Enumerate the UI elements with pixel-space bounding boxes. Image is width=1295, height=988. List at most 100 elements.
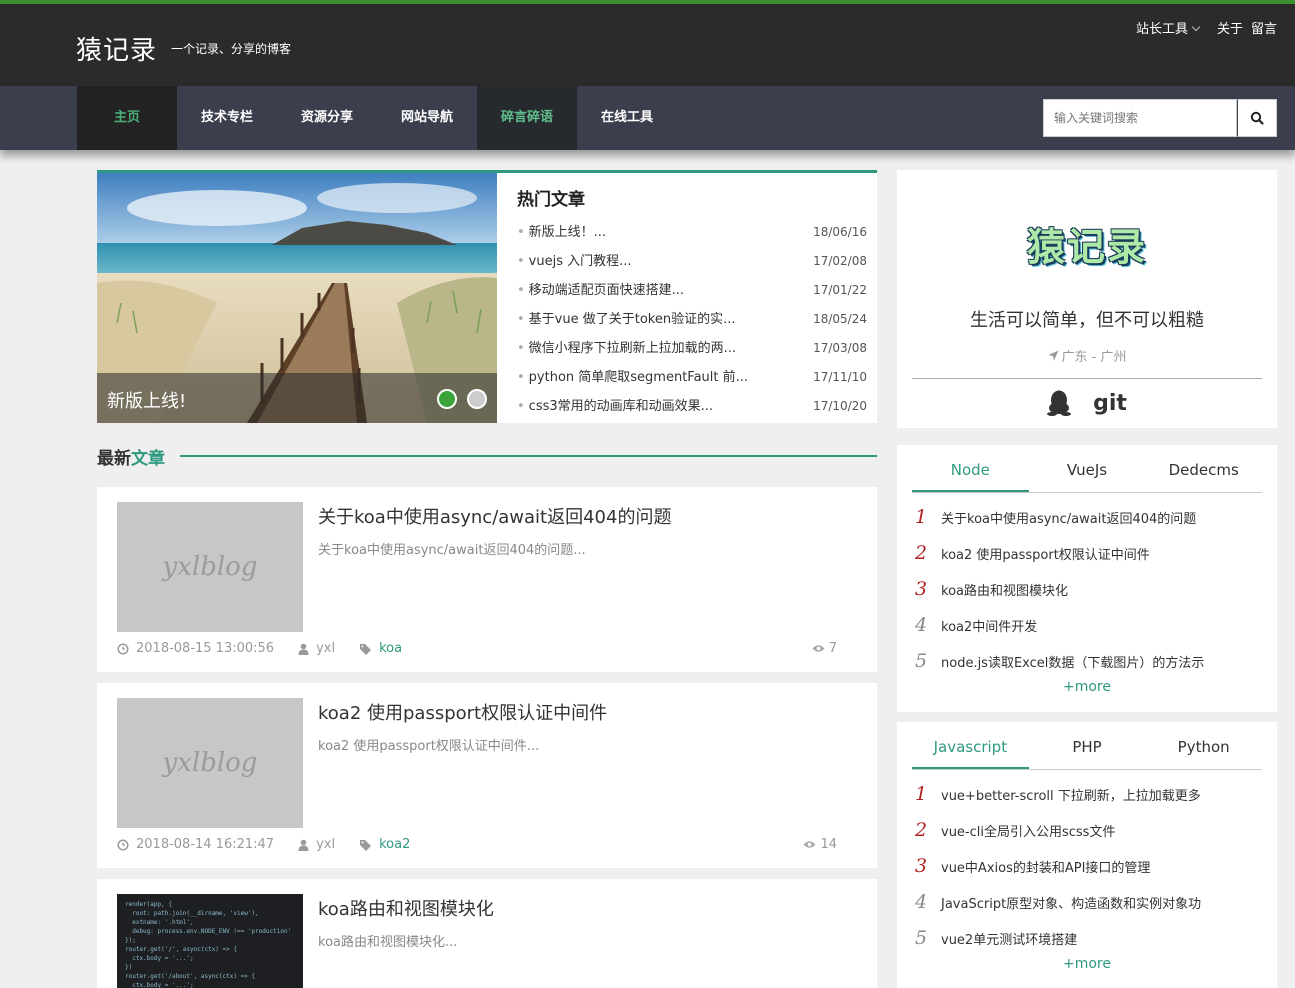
- hot-article-title: 基于vue 做了关于token验证的实...: [517, 305, 736, 334]
- section-divider: [180, 455, 877, 457]
- brand-logo: 猿记录: [1026, 225, 1147, 269]
- message-link[interactable]: 留言: [1251, 18, 1277, 37]
- article-thumbnail[interactable]: yxlblog: [117, 502, 303, 632]
- list-item[interactable]: 1 vue+better-scroll 下拉刷新，上拉加载更多: [912, 776, 1262, 812]
- social-links: git: [897, 390, 1277, 416]
- list-item[interactable]: 3 vue中Axios的封装和API接口的管理: [912, 848, 1262, 884]
- hot-articles: 热门文章 新版上线！... 18/06/16 vuejs 入门教程... 17/02…: [517, 185, 867, 421]
- tab-bar: Javascript PHP Python: [912, 730, 1262, 770]
- list-item-title: koa路由和视图模块化: [941, 583, 1068, 599]
- nav-notes[interactable]: 碎言碎语: [477, 86, 577, 150]
- list-item[interactable]: 1 关于koa中使用async/await返回404的问题: [912, 499, 1262, 535]
- hot-article-date: 17/03/08: [813, 341, 867, 355]
- nav-tech[interactable]: 技术专栏: [177, 86, 277, 150]
- article-views: 7: [812, 641, 837, 656]
- list-item[interactable]: 4 koa2中间件开发: [912, 607, 1262, 643]
- hot-article-date: 17/01/22: [813, 283, 867, 297]
- top-link-group: 关于 留言: [1217, 18, 1277, 37]
- hot-article-row[interactable]: 微信小程序下拉刷新上拉加载的两... 17/03/08: [517, 334, 867, 363]
- search-icon: [1250, 111, 1264, 125]
- more-link[interactable]: +more: [897, 956, 1277, 972]
- profile-motto: 生活可以简单，但不可以粗糙: [970, 310, 1204, 331]
- article-title[interactable]: 关于koa中使用async/await返回404的问题: [318, 503, 671, 529]
- article-tag[interactable]: koa: [359, 641, 402, 656]
- site-logo[interactable]: 猿记录: [76, 30, 157, 67]
- tab-python[interactable]: Python: [1145, 730, 1262, 769]
- hot-article-row[interactable]: vuejs 入门教程... 17/02/08: [517, 247, 867, 276]
- list-item[interactable]: 4 JavaScript原型对象、构造函数和实例对象功: [912, 884, 1262, 920]
- tag-icon: [360, 643, 372, 655]
- article-views-count: 14: [820, 837, 837, 852]
- about-link[interactable]: 关于: [1217, 18, 1243, 37]
- article-thumbnail-code[interactable]: render(app, { root: path.join(__dirname,…: [117, 894, 303, 988]
- rank-number: 1: [915, 506, 928, 528]
- article-summary: 关于koa中使用async/await返回404的问题...: [318, 543, 586, 558]
- article-views: 14: [803, 837, 837, 852]
- article-meta: 2018-08-14 16:21:47 yxl koa2: [117, 837, 434, 852]
- list-item-title: koa2 使用passport权限认证中间件: [941, 547, 1150, 563]
- rank-number: 5: [915, 927, 928, 949]
- tab-bar: Node VueJs Dedecms: [912, 453, 1262, 493]
- nav-sites[interactable]: 网站导航: [377, 86, 477, 150]
- hot-article-date: 17/02/08: [813, 254, 867, 268]
- hot-article-date: 17/10/20: [813, 399, 867, 413]
- slider[interactable]: 新版上线!: [97, 173, 497, 423]
- nav-tools[interactable]: 在线工具: [577, 86, 677, 150]
- category-tabbox: Node VueJs Dedecms 1 关于koa中使用async/await返…: [897, 445, 1277, 712]
- hot-article-title: 微信小程序下拉刷新上拉加载的两...: [517, 334, 736, 363]
- tab-node[interactable]: Node: [912, 453, 1029, 492]
- article-tag[interactable]: koa2: [359, 837, 410, 852]
- hero-card: 新版上线! 热门文章 新版上线！... 18/06/16 vuejs 入门教程..…: [97, 170, 877, 423]
- tab-php[interactable]: PHP: [1029, 730, 1146, 769]
- article-summary: koa路由和视图模块化...: [318, 935, 458, 950]
- hot-article-row[interactable]: 移动端适配页面快速搭建... 17/01/22: [517, 276, 867, 305]
- article-author-text: yxl: [316, 641, 336, 656]
- rank-number: 1: [915, 783, 928, 805]
- slide-caption: 新版上线!: [97, 373, 497, 423]
- tab-vuejs[interactable]: VueJs: [1029, 453, 1146, 492]
- tab-javascript[interactable]: Javascript: [912, 730, 1029, 769]
- clock-icon: [117, 838, 129, 851]
- more-link[interactable]: +more: [897, 679, 1277, 695]
- webmaster-tools-menu[interactable]: 站长工具: [1136, 18, 1201, 37]
- slide-dot[interactable]: [467, 389, 487, 409]
- qq-icon[interactable]: [1047, 390, 1072, 416]
- list-item-title: vue中Axios的封装和API接口的管理: [941, 860, 1151, 876]
- category-tabbox: Javascript PHP Python 1 vue+better-scroll…: [897, 722, 1277, 988]
- article-summary: koa2 使用passport权限认证中间件...: [318, 739, 540, 754]
- article-author: yxl: [298, 641, 335, 656]
- hot-article-title: 移动端适配页面快速搭建...: [517, 276, 684, 305]
- nav-home[interactable]: 主页: [77, 86, 177, 150]
- list-item[interactable]: 5 vue2单元测试环境搭建: [912, 920, 1262, 956]
- list-item-title: vue+better-scroll 下拉刷新，上拉加载更多: [941, 788, 1201, 804]
- git-link[interactable]: git: [1093, 391, 1127, 416]
- hot-article-row[interactable]: css3常用的动画库和动画效果... 17/10/20: [517, 392, 867, 421]
- list-item[interactable]: 5 node.js读取Excel数据（下载图片）的方法示: [912, 643, 1262, 679]
- list-item[interactable]: 3 koa路由和视图模块化: [912, 571, 1262, 607]
- hot-article-row[interactable]: 新版上线！... 18/06/16: [517, 218, 867, 247]
- tab-dedecms[interactable]: Dedecms: [1145, 453, 1262, 492]
- search-button[interactable]: [1237, 99, 1277, 137]
- rank-number: 4: [915, 614, 928, 636]
- hot-article-date: 18/05/24: [813, 312, 867, 326]
- list-item[interactable]: 2 koa2 使用passport权限认证中间件: [912, 535, 1262, 571]
- hot-article-row[interactable]: python 简单爬取segmentFault 前... 17/11/10: [517, 363, 867, 392]
- nav-resources[interactable]: 资源分享: [277, 86, 377, 150]
- article-meta: 2018-08-15 13:00:56 yxl koa: [117, 641, 426, 656]
- article-title[interactable]: koa路由和视图模块化: [318, 895, 494, 921]
- article-card: yxlblog koa2 使用passport权限认证中间件 koa2 使用pa…: [97, 683, 877, 868]
- article-title[interactable]: koa2 使用passport权限认证中间件: [318, 699, 607, 725]
- hot-article-title: vuejs 入门教程...: [517, 247, 632, 276]
- rank-number: 2: [915, 819, 928, 841]
- article-thumbnail[interactable]: yxlblog: [117, 698, 303, 828]
- hot-article-title: 新版上线！...: [517, 218, 606, 247]
- list-item[interactable]: 2 vue-cli全局引入公用scss文件: [912, 812, 1262, 848]
- list-item-title: 关于koa中使用async/await返回404的问题: [941, 511, 1197, 527]
- article-views-count: 7: [828, 641, 837, 656]
- list-item-title: JavaScript原型对象、构造函数和实例对象功: [941, 896, 1202, 912]
- hot-article-row[interactable]: 基于vue 做了关于token验证的实... 18/05/24: [517, 305, 867, 334]
- latest-articles-heading: 最新文章: [97, 444, 877, 469]
- search-input[interactable]: [1043, 99, 1237, 137]
- article-card: yxlblog 关于koa中使用async/await返回404的问题 关于ko…: [97, 487, 877, 672]
- slide-dot-active[interactable]: [437, 389, 457, 409]
